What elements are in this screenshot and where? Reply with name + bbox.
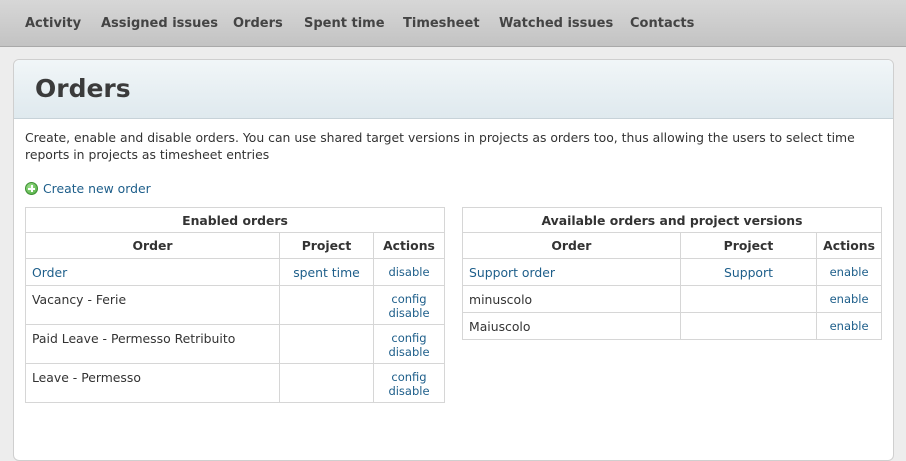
project-cell [679,312,818,340]
table-row: Order spent time disable [25,258,445,286]
order-name: Leave - Permesso [25,363,280,403]
column-header-project: Project [679,232,818,259]
table-row: Support order Support enable [462,258,882,286]
nav-contacts[interactable]: Contacts [630,16,694,31]
table-row: Vacancy - Ferie config disable [25,285,445,325]
enabled-orders-caption: Enabled orders [25,207,445,233]
nav-watched-issues[interactable]: Watched issues [499,16,613,31]
top-navigation: Activity Assigned issues Orders Spent ti… [0,0,906,47]
order-name: minuscolo [462,285,681,313]
project-cell [279,363,374,403]
enabled-orders-table: Enabled orders Order Project Actions Ord… [25,207,445,403]
nav-orders[interactable]: Orders [233,16,283,31]
nav-spent-time[interactable]: Spent time [304,16,385,31]
config-link[interactable]: config [391,370,426,384]
order-name: Maiuscolo [462,312,681,340]
order-name: Vacancy - Ferie [25,285,280,325]
content-panel: Orders Create, enable and disable orders… [13,59,894,461]
disable-link[interactable]: disable [388,265,429,279]
create-new-order-link[interactable]: Create new order [25,181,151,196]
column-header-actions: Actions [373,232,445,259]
project-cell [279,324,374,364]
column-header-order: Order [462,232,681,259]
panel-header: Orders [14,60,893,119]
table-row: Paid Leave - Permesso Retribuito config … [25,324,445,364]
available-orders-caption: Available orders and project versions [462,207,882,233]
config-link[interactable]: config [391,292,426,306]
config-link[interactable]: config [391,331,426,345]
order-link[interactable]: Support order [469,265,555,280]
project-link[interactable]: Support [724,265,773,280]
disable-link[interactable]: disable [388,345,429,359]
add-icon [25,182,38,195]
page-title: Orders [35,74,131,103]
enable-link[interactable]: enable [830,319,869,333]
order-link[interactable]: Order [32,265,67,280]
table-row: minuscolo enable [462,285,882,313]
enable-link[interactable]: enable [830,292,869,306]
order-name: Paid Leave - Permesso Retribuito [25,324,280,364]
table-row: Maiuscolo enable [462,312,882,340]
project-cell [279,285,374,325]
nav-activity[interactable]: Activity [25,16,81,31]
column-header-actions: Actions [816,232,882,259]
enable-link[interactable]: enable [830,265,869,279]
disable-link[interactable]: disable [388,306,429,320]
create-new-order-label: Create new order [43,181,151,196]
nav-assigned-issues[interactable]: Assigned issues [101,16,218,31]
project-cell [679,285,818,313]
column-header-order: Order [25,232,280,259]
disable-link[interactable]: disable [388,384,429,398]
column-header-project: Project [279,232,374,259]
project-link[interactable]: spent time [293,265,360,280]
available-orders-table: Available orders and project versions Or… [462,207,882,340]
table-row: Leave - Permesso config disable [25,363,445,403]
page-description: Create, enable and disable orders. You c… [25,130,855,162]
nav-timesheet[interactable]: Timesheet [403,16,480,31]
